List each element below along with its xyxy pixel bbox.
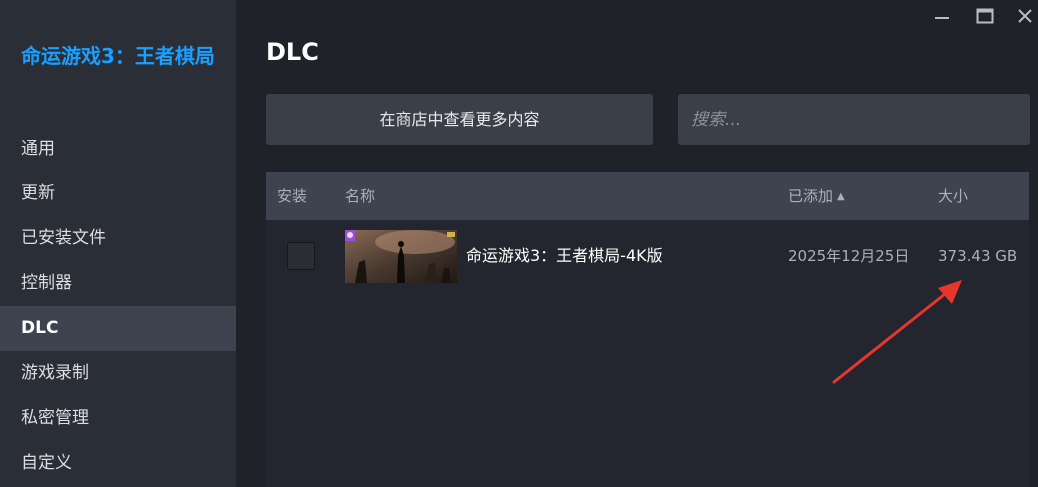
maximize-button[interactable] <box>975 6 995 26</box>
page-title: DLC <box>266 38 319 66</box>
red-annotation-arrow <box>832 280 962 384</box>
install-checkbox[interactable] <box>287 242 315 270</box>
close-button[interactable] <box>1015 6 1035 26</box>
dlc-panel: DLC 在商店中查看更多内容 安装 名称 已添加▲ 大小 <box>236 0 1038 487</box>
view-more-in-store-button[interactable]: 在商店中查看更多内容 <box>266 94 653 145</box>
close-icon <box>1018 9 1032 23</box>
game-title: 命运游戏3：王者棋局 <box>21 44 215 68</box>
sidebar-item-privacy[interactable]: 私密管理 <box>0 396 236 441</box>
maximize-icon <box>976 8 994 24</box>
sidebar-item-customize[interactable]: 自定义 <box>0 441 236 486</box>
table-header: 安装 名称 已添加 ▲ 大小 <box>266 172 1029 220</box>
settings-sidebar: 命运游戏3：王者棋局 通用 更新 已安装文件 控制器 DLC 游戏录制 私密管理… <box>0 0 236 487</box>
sidebar-item-updates[interactable]: 更新 <box>0 171 236 216</box>
sidebar-item-installed-files[interactable]: 已安装文件 <box>0 216 236 261</box>
sidebar-item-controller[interactable]: 控制器 <box>0 261 236 306</box>
sidebar-item-game-recording[interactable]: 游戏录制 <box>0 351 236 396</box>
column-header-added-label: 已添加 <box>788 187 834 205</box>
column-header-added[interactable]: 已添加 ▲ <box>788 172 845 220</box>
column-header-name[interactable]: 名称 <box>345 172 375 220</box>
minimize-button[interactable] <box>932 6 952 26</box>
dlc-thumbnail[interactable] <box>345 230 457 283</box>
dlc-cover-art-image <box>345 230 457 283</box>
sidebar-item-dlc[interactable]: DLC <box>0 306 236 351</box>
dlc-search-input[interactable] <box>678 94 1030 145</box>
dlc-name: 命运游戏3：王者棋局-4K版 <box>466 246 663 265</box>
minimize-icon <box>935 17 949 19</box>
sidebar-item-general[interactable]: 通用 <box>0 127 236 172</box>
sort-ascending-icon: ▲ <box>837 190 845 202</box>
column-header-size[interactable]: 大小 <box>938 172 968 220</box>
column-header-install[interactable]: 安装 <box>277 172 307 220</box>
